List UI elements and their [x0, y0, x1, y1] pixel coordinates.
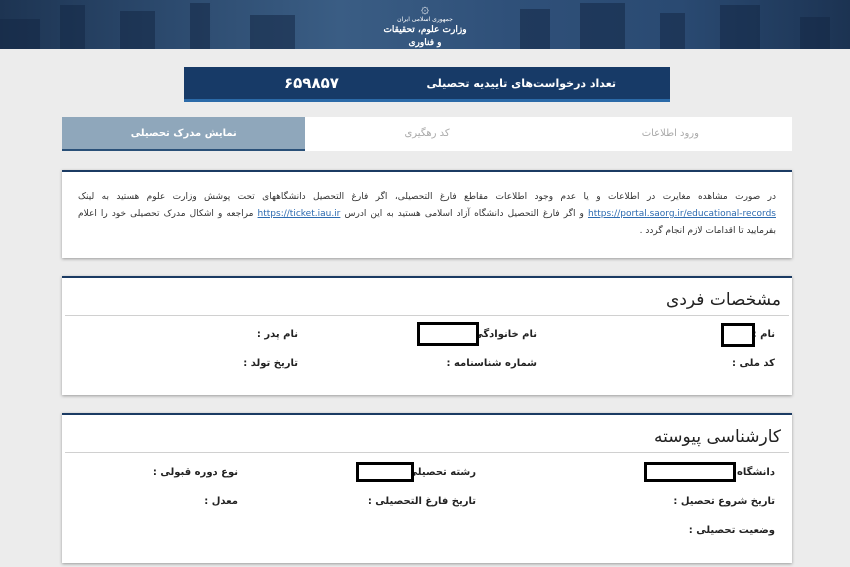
university-redacted	[644, 462, 736, 482]
first-name-redacted	[721, 323, 755, 347]
iran-emblem-icon: ۞	[420, 1, 430, 17]
course-type-label: نوع دوره قبولی :	[152, 467, 238, 478]
degree-info-card: کارشناسی پیوسته دانشگاه : رشته تحصیلی : …	[62, 413, 792, 563]
personal-info-card: مشخصات فردی نام : نام خانوادگی : نام پدر…	[62, 276, 792, 395]
notice-panel: در صورت مشاهده مغایرت در اطلاعات و یا عد…	[62, 170, 792, 258]
saorg-link[interactable]: https://portal.saorg.ir/educational-reco…	[588, 209, 776, 219]
logo-line1: جمهوری اسلامی ایران	[397, 16, 453, 23]
start-date-label: تاریخ شروع تحصیل :	[673, 496, 775, 507]
first-name-label: نام :	[752, 329, 775, 340]
father-name-label: نام پدر :	[256, 329, 298, 340]
degree-title: کارشناسی پیوسته	[65, 415, 789, 453]
gpa-label: معدل :	[204, 496, 238, 507]
iau-ticket-link[interactable]: https://ticket.iau.ir	[258, 209, 341, 219]
personal-info-title: مشخصات فردی	[65, 278, 789, 316]
request-counter: تعداد درخواست‌های تاییدیه تحصیلی ۶۵۹۸۵۷	[184, 67, 670, 102]
top-banner: ۞ جمهوری اسلامی ایران وزارت علوم، تحقیقا…	[0, 0, 850, 49]
major-redacted	[356, 462, 414, 482]
id-number-label: شماره شناسنامه :	[446, 358, 537, 369]
counter-value: ۶۵۹۸۵۷	[284, 74, 339, 92]
university-label: دانشگاه :	[729, 467, 775, 478]
status-label: وضعیت تحصیلی :	[688, 525, 775, 536]
ministry-logo[interactable]: ۞ جمهوری اسلامی ایران وزارت علوم، تحقیقا…	[380, 1, 470, 48]
logo-line2: وزارت علوم، تحقیقات و فناوری	[383, 25, 467, 48]
notice-text-part1: در صورت مشاهده مغایرت در اطلاعات و یا عد…	[78, 192, 776, 202]
last-name-redacted	[417, 322, 479, 346]
notice-text: در صورت مشاهده مغایرت در اطلاعات و یا عد…	[62, 172, 792, 240]
tab-tracking-code[interactable]: کد رهگیری	[305, 117, 548, 151]
tab-enter-info[interactable]: ورود اطلاعات	[549, 117, 792, 151]
tab-bar: ورود اطلاعات کد رهگیری نمایش مدرک تحصیلی	[62, 117, 792, 151]
tab-show-degree[interactable]: نمایش مدرک تحصیلی	[62, 117, 306, 151]
notice-text-part2: و اگر فارغ التحصیل دانشگاه آزاد اسلامی ه…	[340, 209, 588, 219]
counter-label: تعداد درخواست‌های تاییدیه تحصیلی	[426, 77, 616, 90]
national-id-label: کد ملی :	[732, 358, 775, 369]
graduation-date-label: تاریخ فارغ التحصیلی :	[367, 496, 476, 507]
birth-date-label: تاریخ تولد :	[243, 358, 298, 369]
